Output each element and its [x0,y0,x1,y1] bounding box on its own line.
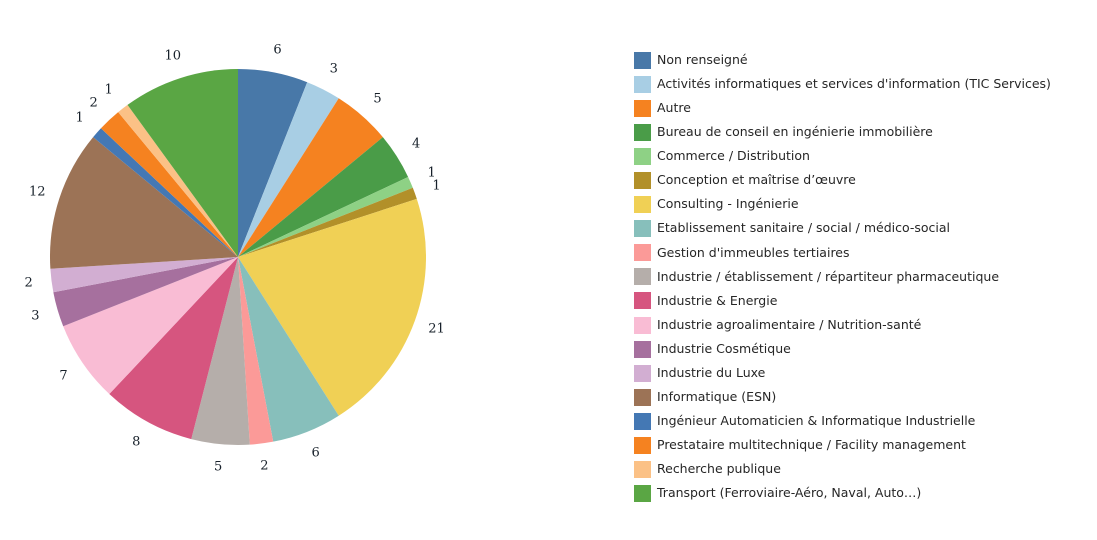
pie-slice-value-label: 12 [29,184,46,200]
chart-legend: Non renseigné Activités informatiques et … [634,48,1089,506]
legend-item[interactable]: Bureau de conseil en ingénierie immobili… [634,120,1089,144]
legend-color-swatch [634,99,651,117]
pie-slice-value-label: 10 [164,48,182,64]
legend-item[interactable]: Conception et maîtrise d’œuvre [634,168,1089,192]
legend-color-swatch [634,147,651,165]
legend-item-label: Industrie & Energie [657,292,778,308]
legend-item-label: Etablissement sanitaire / social / médic… [657,220,951,236]
pie-slice-value-label: 2 [89,95,98,111]
legend-item-label: Ingénieur Automaticien & Informatique In… [657,413,976,429]
pie-slice-value-label: 1 [75,110,84,125]
legend-item-label: Conception et maîtrise d’œuvre [657,172,856,188]
legend-color-swatch [634,268,651,286]
legend-color-swatch [634,461,651,479]
legend-item-label: Recherche publique [657,461,781,477]
pie-slice-value-label: 1 [104,82,113,98]
legend-item[interactable]: Industrie / établissement / répartiteur … [634,265,1089,289]
pie-plot-area: 6 3 5 4 1 1 21 6 2 5 8 7 3 2 12 1 2 1 10 [0,0,620,540]
legend-item[interactable]: Informatique (ESN) [634,385,1089,409]
legend-color-swatch [634,220,651,238]
legend-item-label: Industrie / établissement / répartiteur … [657,268,1000,284]
legend-color-swatch [634,196,651,214]
legend-color-swatch [634,316,651,334]
legend-item[interactable]: Commerce / Distribution [634,144,1089,168]
legend-item-label: Industrie Cosmétique [657,340,791,356]
legend-item[interactable]: Industrie du Luxe [634,361,1089,385]
legend-item[interactable]: Industrie & Energie [634,289,1089,313]
legend-item-label: Activités informatiques et services d'in… [657,75,1051,91]
pie-slice-value-label: 2 [260,458,269,474]
legend-item-label: Transport (Ferroviaire-Aéro, Naval, Auto… [657,485,922,501]
pie-slice-value-label: 6 [311,445,320,461]
pie-slice-value-label: 4 [412,136,421,152]
legend-item[interactable]: Prestataire multitechnique / Facility ma… [634,434,1089,458]
legend-color-swatch [634,485,651,503]
legend-color-swatch [634,75,651,93]
legend-item-label: Informatique (ESN) [657,389,777,405]
pie-slice-value-label: 5 [213,459,223,475]
legend-item-label: Industrie agroalimentaire / Nutrition-sa… [657,316,922,332]
legend-item-label: Industrie du Luxe [657,365,766,381]
pie-slice-value-label: 6 [273,42,282,58]
legend-color-swatch [634,51,651,69]
pie-slice-value-label: 3 [31,308,40,324]
legend-color-swatch [634,340,651,358]
legend-color-swatch [634,172,651,190]
legend-item-label: Autre [657,99,691,115]
legend-item-label: Non renseigné [657,51,748,67]
pie-slice-value-label: 2 [24,275,33,291]
legend-item[interactable]: Etablissement sanitaire / social / médic… [634,217,1089,241]
legend-item[interactable]: Recherche publique [634,458,1089,482]
legend-item[interactable]: Autre [634,96,1089,120]
legend-item[interactable]: Activités informatiques et services d'in… [634,72,1089,96]
legend-item-label: Commerce / Distribution [657,148,810,164]
legend-item-label: Consulting - Ingénierie [657,196,799,212]
legend-item[interactable]: Non renseigné [634,48,1089,72]
pie-slice-value-label: 7 [59,368,68,384]
pie-chart-figure: 6 3 5 4 1 1 21 6 2 5 8 7 3 2 12 1 2 1 10 Non renseigné Acti… [0,0,1097,540]
pie-slice-value-label: 8 [132,434,141,450]
legend-color-swatch [634,364,651,382]
pie-slice-value-label: 1 [432,178,441,193]
legend-color-swatch [634,244,651,262]
legend-item[interactable]: Ingénieur Automaticien & Informatique In… [634,409,1089,433]
legend-item[interactable]: Gestion d'immeubles tertiaires [634,241,1089,265]
pie-slice-value-label: 21 [428,321,445,336]
legend-item[interactable]: Consulting - Ingénierie [634,193,1089,217]
legend-color-swatch [634,437,651,455]
pie-svg [49,68,427,445]
legend-item[interactable]: Industrie Cosmétique [634,337,1089,361]
legend-color-swatch [634,388,651,406]
legend-color-swatch [634,292,651,310]
legend-color-swatch [634,123,651,141]
legend-item-label: Gestion d'immeubles tertiaires [657,244,850,260]
pie-slice-value-label: 3 [329,61,338,77]
legend-item[interactable]: Industrie agroalimentaire / Nutrition-sa… [634,313,1089,337]
legend-item-label: Bureau de conseil en ingénierie immobili… [657,124,933,140]
pie-slice-value-label: 5 [373,91,382,107]
legend-item[interactable]: Transport (Ferroviaire-Aéro, Naval, Auto… [634,482,1089,506]
legend-color-swatch [634,412,651,430]
legend-item-label: Prestataire multitechnique / Facility ma… [657,437,966,453]
